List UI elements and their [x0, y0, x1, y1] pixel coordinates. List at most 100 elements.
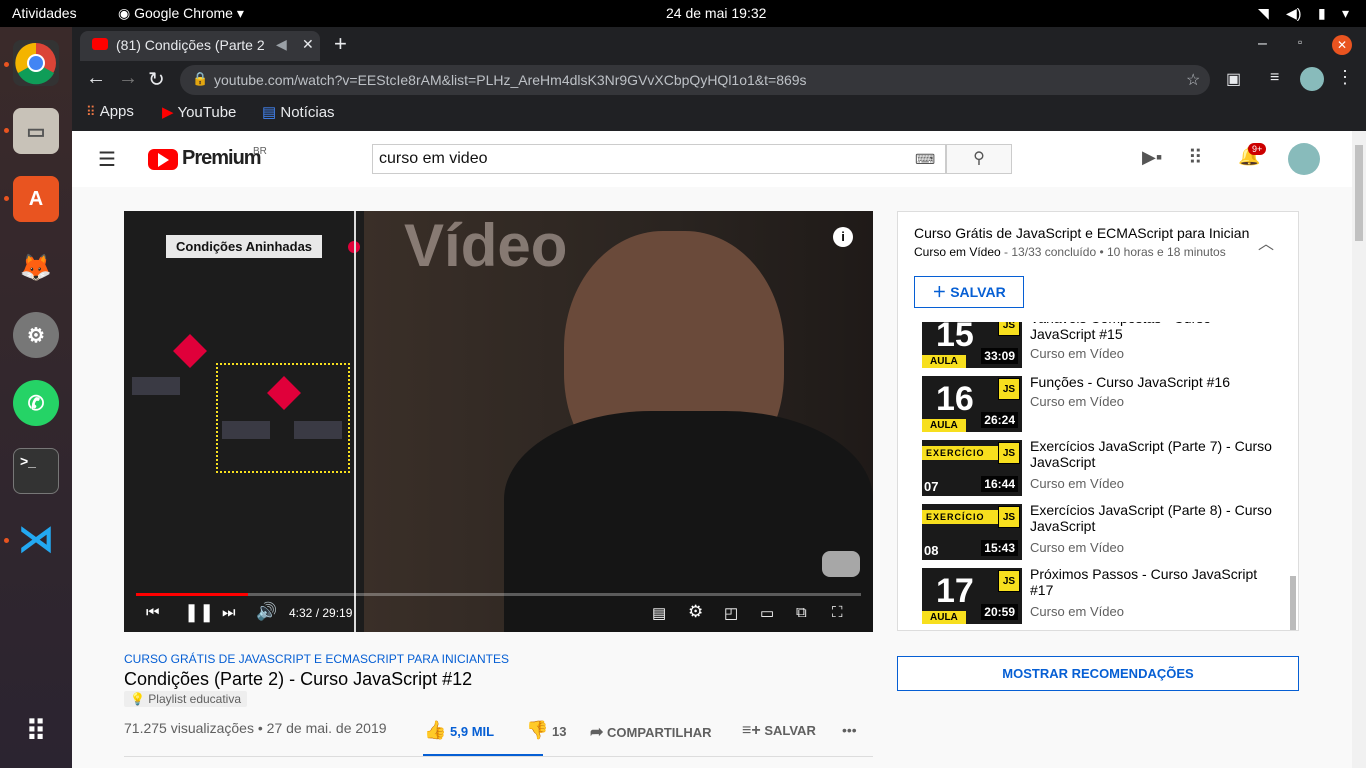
running-indicator	[4, 538, 9, 543]
save-to-playlist-button[interactable]: ≡+ SALVAR	[742, 722, 816, 740]
playlist-title[interactable]: Curso Grátis de JavaScript e ECMAScript …	[914, 225, 1254, 241]
reload-icon[interactable]: ↻	[148, 67, 165, 92]
media-control-icon[interactable]: ≡	[1270, 69, 1279, 87]
app-menu[interactable]: ◉ Google Chrome ▾	[118, 5, 244, 22]
activities-button[interactable]: Atividades	[12, 5, 77, 21]
volume-icon[interactable]: 🔊	[256, 602, 277, 622]
item-channel: Curso em Vídeo	[1030, 476, 1124, 491]
vscode-app-icon[interactable]: ⋊	[13, 516, 59, 562]
scrollbar-thumb[interactable]	[1355, 145, 1363, 241]
wifi-icon[interactable]: ◥	[1258, 5, 1269, 22]
playlist-link[interactable]: CURSO GRÁTIS DE JAVASCRIPT E ECMASCRIPT …	[124, 652, 509, 666]
youtube-favicon-icon	[92, 38, 108, 50]
duration-badge: 16:44	[981, 476, 1018, 492]
item-title: Próximos Passos - Curso JavaScript #17	[1030, 566, 1258, 598]
cast-icon[interactable]: ⧉	[796, 604, 807, 621]
overlay-title: Condições Aninhadas	[166, 235, 323, 258]
show-apps-icon[interactable]: ⠿	[13, 708, 59, 754]
apps-grid-icon: ⠿	[86, 104, 96, 119]
system-menu-caret-icon[interactable]: ▾	[1342, 5, 1349, 22]
bulb-icon: 💡	[130, 692, 145, 706]
miniplayer-icon[interactable]: ◰	[724, 604, 738, 622]
dock: ▭ A 🦊 ⚙ ✆ >_ ⋊ ⠿	[0, 27, 72, 768]
previous-icon[interactable]: ⏮	[146, 604, 160, 621]
tab-close-icon[interactable]: ✕	[302, 36, 314, 53]
chrome-menu-icon[interactable]: ⋮	[1336, 67, 1354, 88]
profile-avatar[interactable]	[1300, 67, 1324, 91]
apps-grid-icon[interactable]: ⠿	[1188, 145, 1203, 170]
collapse-chevron-icon[interactable]: ︿	[1258, 230, 1274, 254]
logo-text[interactable]: Premium	[182, 147, 262, 170]
pause-icon[interactable]: ❚❚	[184, 602, 214, 623]
clock[interactable]: 24 de mai 19:32	[666, 5, 766, 21]
like-button[interactable]: 👍 5,9 MIL	[424, 720, 494, 741]
subtitles-icon[interactable]: ▤	[652, 604, 666, 622]
caret-down-icon: ▾	[236, 5, 244, 21]
hamburger-menu-icon[interactable]: ☰	[98, 147, 116, 172]
thumb-tag: EXERCÍCIO	[922, 446, 998, 460]
save-playlist-button[interactable]: ＋ SALVAR	[914, 276, 1024, 308]
close-window-icon[interactable]: ✕	[1332, 35, 1352, 55]
forward-icon[interactable]: →	[118, 67, 138, 90]
playlist-item[interactable]: EXERCÍCIO JS 07 16:44 Exercícios JavaScript…	[922, 438, 1282, 500]
new-tab-icon[interactable]: +	[334, 31, 347, 57]
account-avatar[interactable]	[1288, 143, 1320, 175]
settings-icon[interactable]: ⚙	[688, 602, 703, 622]
playlist-scrollbar[interactable]	[1290, 576, 1296, 630]
progress-played	[136, 593, 249, 596]
next-icon[interactable]: ⏭	[222, 604, 236, 621]
bookmark-noticias[interactable]: ▤ Notícias	[262, 103, 335, 121]
lock-icon: 🔒	[192, 71, 209, 86]
search-input[interactable]	[373, 145, 903, 173]
share-button[interactable]: ➦ COMPARTILHAR	[590, 722, 712, 742]
playlist-item[interactable]: 16 JS AULA 26:24 Funções - Curso JavaScript…	[922, 374, 1282, 436]
video-thumbnail: 16 JS AULA 26:24	[922, 376, 1022, 432]
video-player[interactable]: Vídeo Condições Aninhadas i ⏮ ❚❚ ⏭ 🔊 4:3…	[124, 211, 873, 632]
bookmark-youtube[interactable]: ▶ YouTube	[162, 103, 236, 121]
show-recommendations-button[interactable]: MOSTRAR RECOMENDAÇÕES	[897, 656, 1299, 691]
bookmark-apps[interactable]: ⠿ Apps	[86, 103, 134, 120]
back-icon[interactable]: ←	[86, 67, 106, 90]
bookmark-star-icon[interactable]: ☆	[1186, 70, 1200, 90]
volume-icon[interactable]: ◀)	[1286, 5, 1301, 22]
page-scrollbar[interactable]	[1352, 131, 1366, 768]
search-button[interactable]: ⚲	[946, 144, 1012, 174]
fullscreen-icon[interactable]: ⛶	[832, 604, 843, 621]
playlist-channel[interactable]: Curso em Vídeo	[914, 245, 1001, 259]
info-icon[interactable]: i	[833, 227, 853, 247]
playlist-item[interactable]: 17 JS AULA 20:59 Próximos Passos - Curso Ja…	[922, 566, 1282, 628]
whatsapp-app-icon[interactable]: ✆	[13, 380, 59, 426]
keyboard-icon[interactable]: ⌨	[915, 151, 935, 168]
theater-mode-icon[interactable]: ▭	[760, 604, 774, 622]
playlist-badge[interactable]: 💡 Playlist educativa	[124, 691, 248, 707]
battery-icon[interactable]: ▮	[1318, 5, 1326, 22]
running-indicator	[4, 128, 9, 133]
video-thumbnail: EXERCÍCIO JS 08 15:43	[922, 504, 1022, 560]
software-app-icon[interactable]: A	[13, 176, 59, 222]
extension-icon[interactable]: ▣	[1226, 69, 1241, 89]
dislike-button[interactable]: 👎 13	[526, 720, 567, 741]
chrome-icon: ◉	[118, 5, 131, 21]
background-sign: Vídeo	[404, 212, 568, 279]
notification-badge: 9+	[1248, 143, 1267, 155]
chrome-app-icon[interactable]	[13, 40, 59, 86]
youtube-page: ☰ Premium BR ⌨ ⚲ ▶▪ ⠿ 🔔 9+ Vídeo Condiçõ…	[72, 131, 1352, 768]
files-app-icon[interactable]: ▭	[13, 108, 59, 154]
item-channel: Curso em Vídeo	[1030, 604, 1124, 619]
address-bar[interactable]: 🔒 youtube.com/watch?v=EEStcIe8rAM&list=P…	[180, 65, 1210, 95]
video-thumbnail: 15 JS AULA 33:09	[922, 322, 1022, 368]
terminal-app-icon[interactable]: >_	[13, 448, 59, 494]
progress-track[interactable]	[136, 593, 861, 596]
plus-icon: ＋	[932, 284, 947, 300]
maximize-icon[interactable]: ▫	[1298, 35, 1302, 49]
playlist-item[interactable]: 15 JS AULA 33:09 Variáveis Compostas - Curs…	[922, 322, 1282, 372]
settings-app-icon[interactable]: ⚙	[13, 312, 59, 358]
gimp-app-icon[interactable]: 🦊	[13, 244, 59, 290]
tab-active[interactable]: (81) Condições (Parte 2 ◀ ✕	[80, 31, 320, 61]
create-video-icon[interactable]: ▶▪	[1142, 147, 1162, 168]
bookmark-label: Notícias	[280, 104, 335, 121]
search-box[interactable]: ⌨	[372, 144, 946, 174]
minimize-icon[interactable]: –	[1258, 35, 1267, 53]
playlist-item[interactable]: EXERCÍCIO JS 08 15:43 Exercícios JavaScript…	[922, 502, 1282, 564]
more-actions-icon[interactable]: •••	[842, 722, 857, 738]
